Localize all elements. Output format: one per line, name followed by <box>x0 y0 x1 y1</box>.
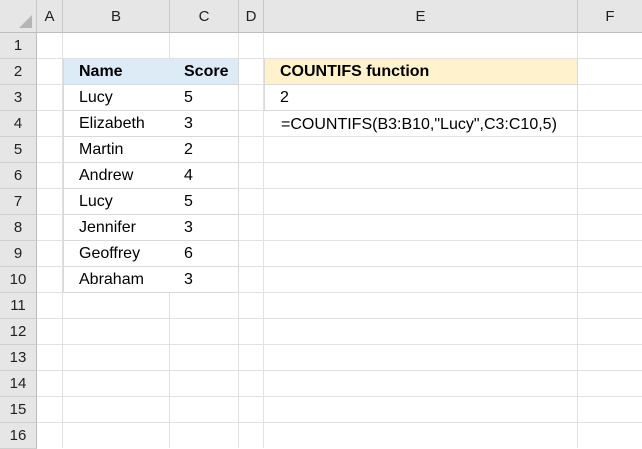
result-value-cell[interactable]: 2 <box>264 85 578 111</box>
table-cell-name[interactable]: Lucy <box>63 189 171 215</box>
row-header-7[interactable]: 7 <box>0 189 37 215</box>
table-cell-score[interactable]: 5 <box>170 85 239 111</box>
table-cell-name[interactable]: Abraham <box>63 267 171 293</box>
table-cell-name[interactable]: Elizabeth <box>63 111 171 137</box>
table-cell-name[interactable]: Jennifer <box>63 215 171 241</box>
table-cell-score[interactable]: 4 <box>170 163 239 189</box>
table-cell-score[interactable]: 6 <box>170 241 239 267</box>
formula-text-cell[interactable]: =COUNTIFS(B3:B10,"Lucy",C3:C10,5) <box>281 112 557 137</box>
row-header-3[interactable]: 3 <box>0 85 37 111</box>
row-header-13[interactable]: 13 <box>0 345 37 371</box>
table-cell-score[interactable]: 3 <box>170 111 239 137</box>
column-header-a[interactable]: A <box>37 0 63 33</box>
table-cell-name[interactable]: Geoffrey <box>63 241 171 267</box>
column-header-d[interactable]: D <box>239 0 264 33</box>
row-header-15[interactable]: 15 <box>0 397 37 423</box>
column-header-b[interactable]: B <box>63 0 170 33</box>
column-header-e[interactable]: E <box>264 0 578 33</box>
column-header-f[interactable]: F <box>578 0 642 33</box>
table-header-name[interactable]: Name <box>63 59 171 85</box>
select-all-triangle-icon <box>19 15 32 28</box>
row-header-9[interactable]: 9 <box>0 241 37 267</box>
table-cell-score[interactable]: 3 <box>170 215 239 241</box>
row-header-1[interactable]: 1 <box>0 33 37 59</box>
result-title-cell[interactable]: COUNTIFS function <box>264 59 578 85</box>
column-header-c[interactable]: C <box>170 0 239 33</box>
row-header-10[interactable]: 10 <box>0 267 37 293</box>
row-header-6[interactable]: 6 <box>0 163 37 189</box>
table-header-score[interactable]: Score <box>170 59 239 85</box>
row-header-11[interactable]: 11 <box>0 293 37 319</box>
row-header-2[interactable]: 2 <box>0 59 37 85</box>
table-cell-name[interactable]: Lucy <box>63 85 171 111</box>
table-cell-score[interactable]: 3 <box>170 267 239 293</box>
table-cell-score[interactable]: 5 <box>170 189 239 215</box>
row-header-12[interactable]: 12 <box>0 319 37 345</box>
row-header-5[interactable]: 5 <box>0 137 37 163</box>
select-all-corner[interactable] <box>0 0 37 33</box>
row-header-8[interactable]: 8 <box>0 215 37 241</box>
table-cell-name[interactable]: Andrew <box>63 163 171 189</box>
table-cell-score[interactable]: 2 <box>170 137 239 163</box>
row-header-4[interactable]: 4 <box>0 111 37 137</box>
row-header-16[interactable]: 16 <box>0 423 37 449</box>
table-cell-name[interactable]: Martin <box>63 137 171 163</box>
row-header-14[interactable]: 14 <box>0 371 37 397</box>
